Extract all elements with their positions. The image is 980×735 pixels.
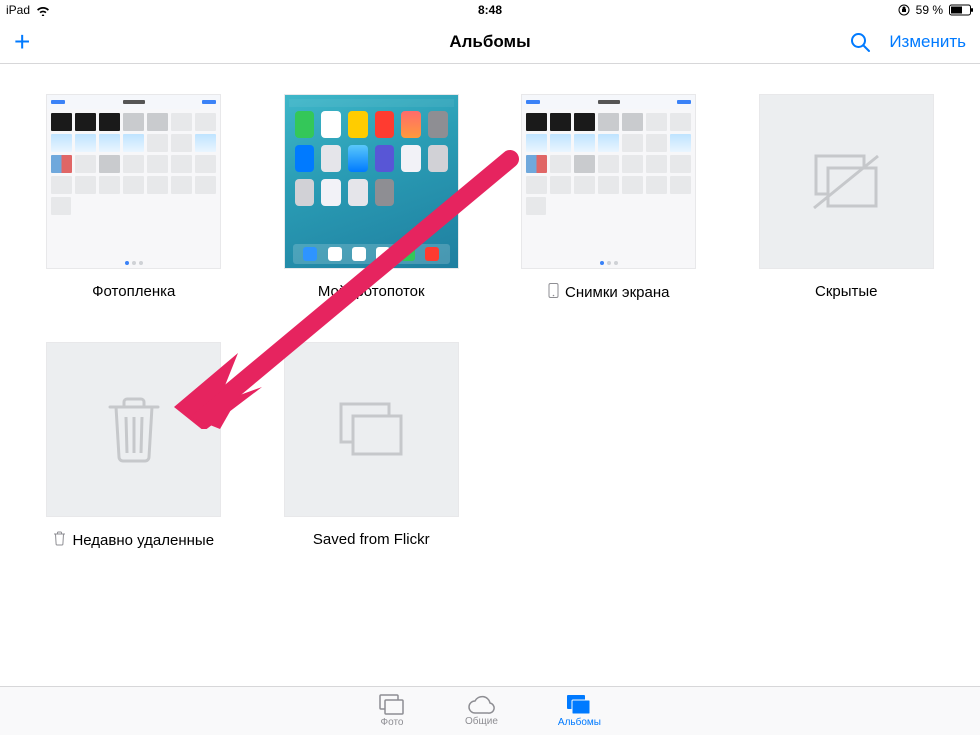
tab-albums[interactable]: Альбомы — [558, 694, 601, 728]
phone-icon — [548, 283, 559, 302]
album-label: Недавно удаленные — [72, 532, 214, 549]
tab-label: Альбомы — [558, 717, 601, 728]
album-thumbnail — [284, 94, 459, 269]
stack-placeholder-icon — [331, 398, 411, 462]
device-label: iPad — [6, 3, 30, 17]
battery-icon — [949, 4, 974, 16]
albums-grid: Фотопленка Мой — [0, 64, 980, 550]
tab-bar: Фото Общие Альбомы — [0, 686, 980, 735]
battery-percent: 59 % — [916, 3, 943, 17]
album-recently-deleted[interactable]: Недавно удаленные — [30, 342, 238, 550]
tab-shared[interactable]: Общие — [465, 695, 498, 727]
nav-bar: + Альбомы Изменить — [0, 20, 980, 64]
albums-tab-icon — [566, 694, 592, 716]
wifi-icon — [36, 5, 50, 16]
tab-photos[interactable]: Фото — [379, 694, 405, 728]
search-button[interactable] — [849, 31, 871, 53]
tab-label: Общие — [465, 716, 498, 727]
album-photo-stream[interactable]: Мой фотопоток — [268, 94, 476, 302]
album-saved-from-flickr[interactable]: Saved from Flickr — [268, 342, 476, 550]
album-thumbnail — [759, 94, 934, 269]
album-label: Мой фотопоток — [318, 283, 425, 300]
album-thumbnail — [46, 94, 221, 269]
album-label: Фотопленка — [92, 283, 175, 300]
album-label: Снимки экрана — [565, 284, 669, 301]
clock: 8:48 — [478, 3, 502, 17]
status-bar: iPad 8:48 59 % — [0, 0, 980, 20]
trash-placeholder-icon — [104, 395, 164, 465]
album-thumbnail — [521, 94, 696, 269]
album-screenshots[interactable]: Снимки экрана — [505, 94, 713, 302]
hidden-placeholder-icon — [806, 150, 886, 214]
album-label: Скрытые — [815, 283, 878, 300]
cloud-tab-icon — [467, 695, 495, 715]
album-thumbnail — [284, 342, 459, 517]
tab-label: Фото — [381, 717, 404, 728]
album-camera-roll[interactable]: Фотопленка — [30, 94, 238, 302]
edit-button[interactable]: Изменить — [889, 32, 966, 52]
photos-tab-icon — [379, 694, 405, 716]
page-title: Альбомы — [449, 32, 530, 52]
trash-icon — [53, 531, 66, 550]
album-thumbnail — [46, 342, 221, 517]
rotation-lock-icon — [898, 4, 910, 16]
album-label: Saved from Flickr — [313, 531, 430, 548]
album-hidden[interactable]: Скрытые — [743, 94, 951, 302]
add-button[interactable]: + — [14, 28, 30, 56]
